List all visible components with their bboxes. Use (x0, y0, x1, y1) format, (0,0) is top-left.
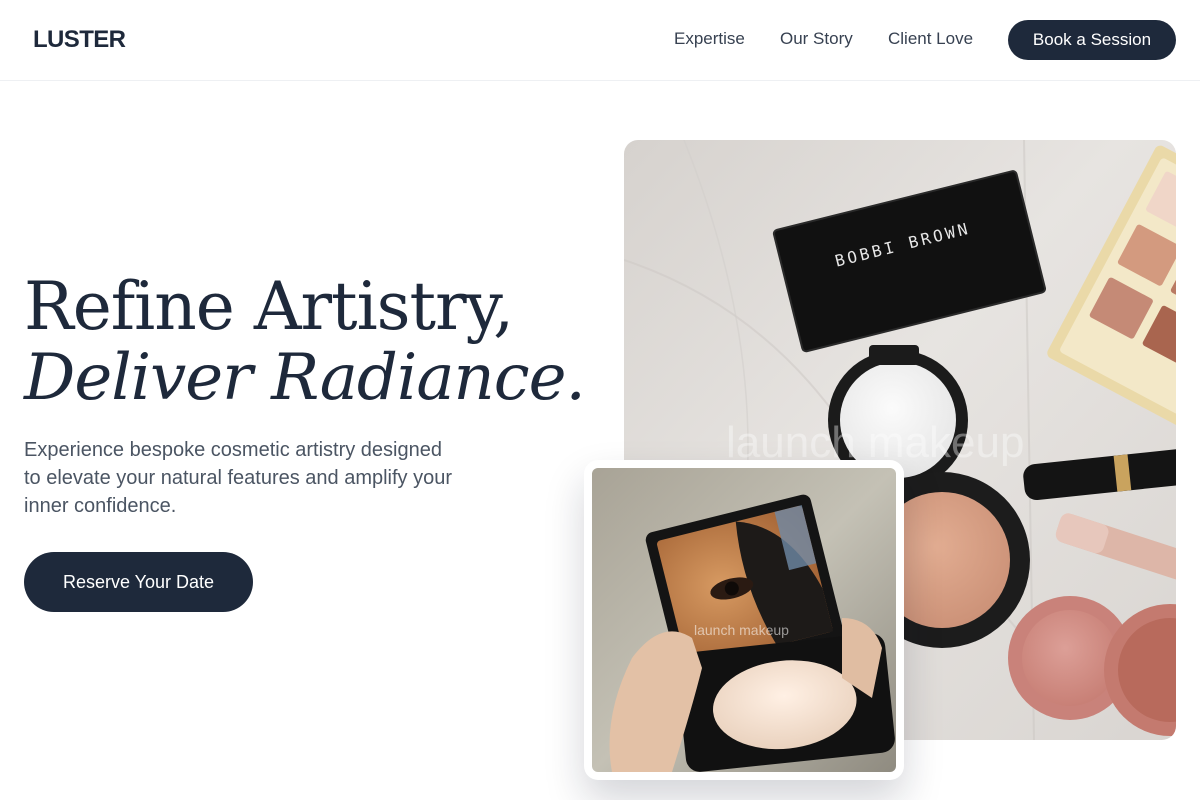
book-session-button[interactable]: Book a Session (1008, 20, 1176, 60)
hero-title-line2: Deliver Radiance. (24, 341, 586, 415)
logo[interactable]: LUSTER (33, 24, 126, 56)
navbar: LUSTER Expertise Our Story Client Love B… (0, 0, 1200, 81)
page: LUSTER Expertise Our Story Client Love B… (0, 0, 1200, 800)
nav-links: Expertise Our Story Client Love (674, 28, 976, 50)
nav-link-our-story[interactable]: Our Story (780, 28, 856, 50)
hero-subtitle: Experience bespoke cosmetic artistry des… (24, 439, 453, 517)
nav-link-client-love[interactable]: Client Love (888, 28, 976, 50)
compact-mirror-image: launch makeup (592, 468, 896, 772)
hero-title: Refine Artistry, Deliver Radiance. (24, 268, 604, 415)
reserve-date-button[interactable]: Reserve Your Date (24, 552, 253, 612)
hero-title-line1: Refine Artistry, (24, 268, 514, 345)
nav-link-expertise[interactable]: Expertise (674, 28, 748, 50)
mirror-photo-card: launch makeup (584, 460, 904, 780)
